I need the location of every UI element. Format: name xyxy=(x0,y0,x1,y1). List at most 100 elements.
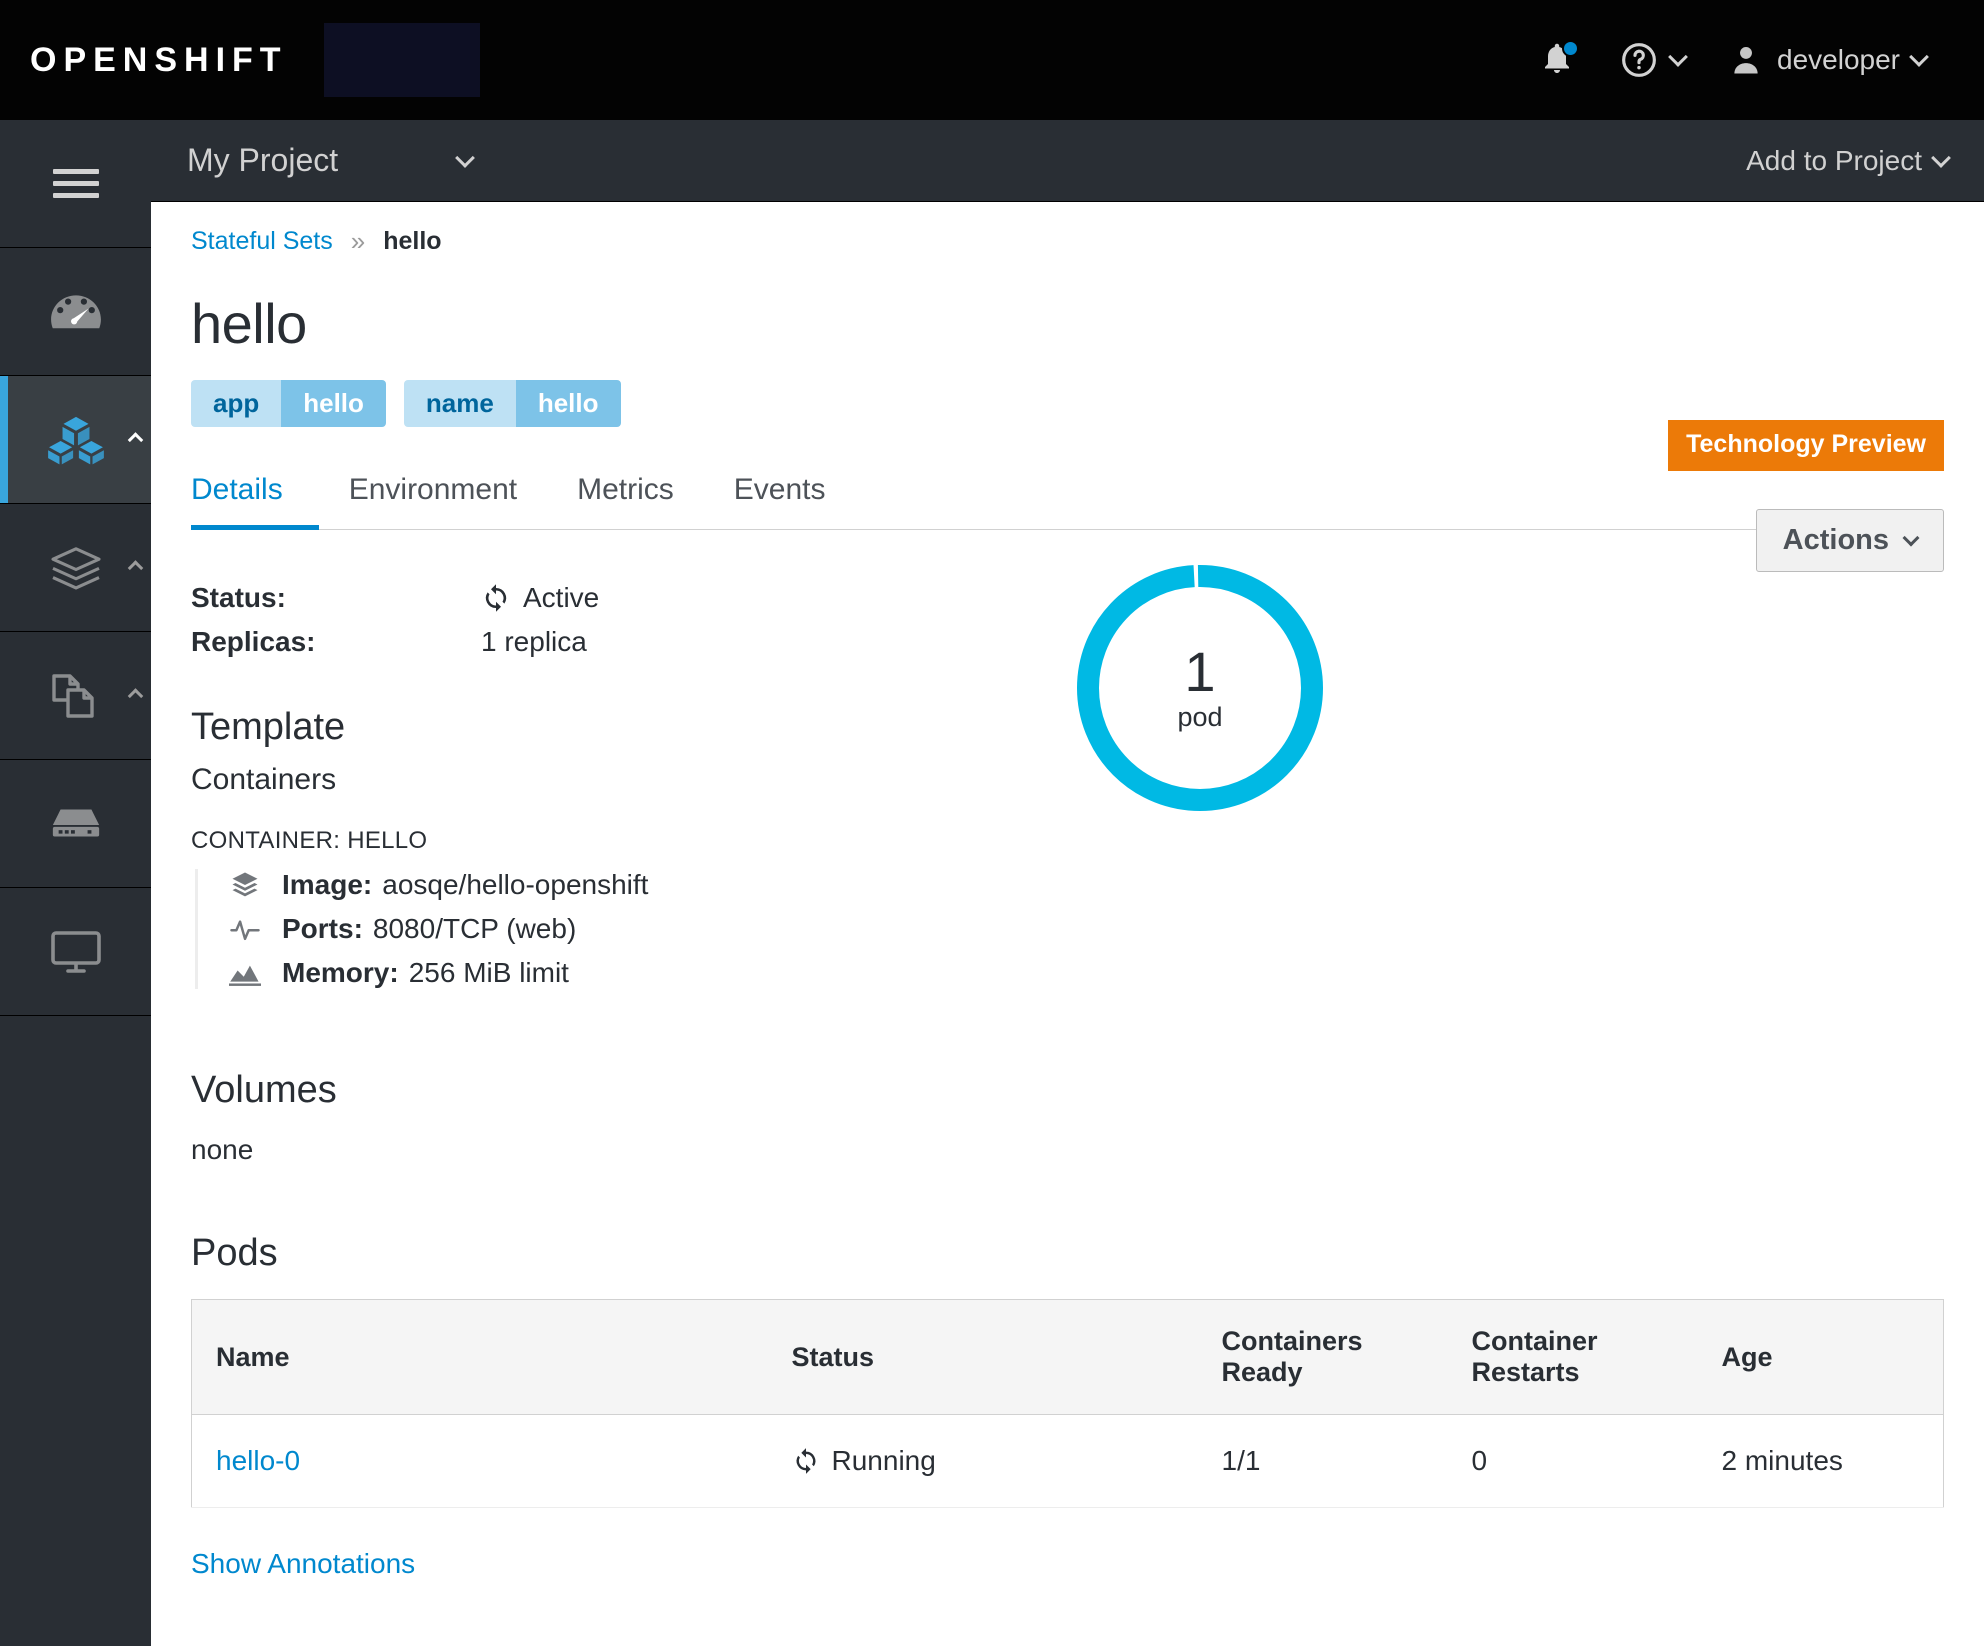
column-header-name[interactable]: Name xyxy=(191,1299,772,1415)
pods-table: Name Status Containers Ready Container R… xyxy=(191,1299,1944,1508)
container-image-row: Image: aosqe/hello-openshift xyxy=(224,869,1944,901)
label-chip[interactable]: app hello xyxy=(191,380,386,427)
project-bar: My Project Add to Project xyxy=(151,120,1984,202)
builds-layers-icon xyxy=(48,545,104,591)
sidebar-item-builds[interactable] xyxy=(0,504,151,632)
notification-badge-dot xyxy=(1562,40,1580,57)
sidebar-item-applications[interactable] xyxy=(0,376,151,504)
image-value: aosqe/hello-openshift xyxy=(382,869,649,900)
ports-value: 8080/TCP (web) xyxy=(372,913,577,944)
pods-heading: Pods xyxy=(191,1232,278,1274)
memory-label: Memory: xyxy=(282,957,399,988)
cell-containers-ready: 1/1 xyxy=(1201,1414,1452,1508)
tab-metrics[interactable]: Metrics xyxy=(547,473,704,529)
chevron-down-icon xyxy=(1931,147,1951,168)
column-header-status[interactable]: Status xyxy=(771,1299,1202,1415)
tab-details[interactable]: Details xyxy=(191,473,319,530)
donut-label: pod xyxy=(1177,701,1223,732)
replicas-label: Replicas: xyxy=(191,626,316,657)
volumes-heading: Volumes xyxy=(191,1069,337,1111)
label-chip[interactable]: name hello xyxy=(403,380,621,427)
chevron-down-icon xyxy=(1902,529,1920,546)
user-menu[interactable]: developer xyxy=(1707,0,1948,120)
actions-button[interactable]: Actions xyxy=(1755,509,1944,572)
breadcrumb-parent-link[interactable]: Stateful Sets xyxy=(191,227,333,256)
donut-center-text: 1 pod xyxy=(1070,558,1330,818)
sidebar-item-resources[interactable] xyxy=(0,632,151,760)
sync-icon xyxy=(792,1447,820,1475)
monitoring-icon xyxy=(50,930,102,974)
sidebar-toggle-button[interactable] xyxy=(0,120,151,248)
label-value: hello xyxy=(281,380,386,427)
container-title: CONTAINER: HELLO xyxy=(191,827,428,854)
actions-button-label: Actions xyxy=(1782,524,1889,556)
replicas-value: 1 replica xyxy=(481,626,587,657)
memory-value: 256 MiB limit xyxy=(408,957,569,988)
chevron-down-icon xyxy=(1668,47,1688,67)
masthead: OPENSHIFT developer xyxy=(0,0,1984,120)
table-header-row: Name Status Containers Ready Container R… xyxy=(191,1299,1944,1415)
sidebar-item-monitoring[interactable] xyxy=(0,888,151,1016)
tab-environment[interactable]: Environment xyxy=(319,473,547,529)
chevron-right-icon xyxy=(127,559,144,576)
status-label: Status: xyxy=(191,582,286,613)
ports-pulse-icon xyxy=(224,914,266,944)
cell-age: 2 minutes xyxy=(1701,1414,1944,1508)
tab-bar: Details Environment Metrics Events xyxy=(191,473,1944,530)
table-row: hello-0 Running 1/1 0 2 minutes xyxy=(191,1414,1944,1508)
breadcrumb-current: hello xyxy=(383,227,442,255)
tab-events[interactable]: Events xyxy=(704,473,856,529)
storage-icon xyxy=(49,807,103,841)
dashboard-gauge-icon xyxy=(49,291,103,333)
sidebar-item-dashboard[interactable] xyxy=(0,248,151,376)
container-details: Image: aosqe/hello-openshift Ports: 8080… xyxy=(195,869,1944,989)
pod-status-text: Running xyxy=(831,1445,936,1476)
breadcrumb-separator-icon: » xyxy=(350,226,366,256)
sync-icon xyxy=(481,583,511,613)
hamburger-icon xyxy=(52,169,99,198)
chevron-down-icon xyxy=(1909,47,1929,67)
chevron-right-icon xyxy=(127,687,144,704)
column-header-container-restarts[interactable]: Container Restarts xyxy=(1451,1299,1702,1415)
redacted-logo-block xyxy=(323,23,480,97)
status-value: Active xyxy=(523,582,600,613)
donut-value: 1 xyxy=(1184,639,1216,703)
cell-pod-name: hello-0 xyxy=(191,1414,772,1508)
help-icon xyxy=(1619,40,1659,80)
template-heading: Template xyxy=(191,706,346,748)
status-value-wrap: Active xyxy=(481,576,599,620)
label-key: name xyxy=(403,380,516,427)
cell-pod-status: Running xyxy=(771,1414,1202,1508)
bell-icon xyxy=(1539,38,1580,82)
pod-status-wrap: Running xyxy=(792,1445,1182,1477)
label-value: hello xyxy=(515,380,621,427)
show-annotations-link[interactable]: Show Annotations xyxy=(191,1548,415,1580)
memory-chart-icon xyxy=(224,959,266,987)
masthead-actions: developer xyxy=(1517,0,1948,120)
resources-copy-icon xyxy=(50,672,102,720)
container-ports-row: Ports: 8080/TCP (web) xyxy=(224,913,1944,945)
notifications-button[interactable] xyxy=(1517,0,1597,120)
sidebar xyxy=(0,120,151,1646)
technology-preview-badge: Technology Preview xyxy=(1668,420,1944,471)
sidebar-item-storage[interactable] xyxy=(0,760,151,888)
user-avatar-icon xyxy=(1729,42,1763,78)
ports-label: Ports: xyxy=(282,913,363,944)
column-header-containers-ready[interactable]: Containers Ready xyxy=(1201,1299,1452,1415)
column-header-age[interactable]: Age xyxy=(1701,1299,1944,1415)
applications-cubes-icon xyxy=(47,415,105,465)
help-menu[interactable] xyxy=(1597,0,1707,120)
cell-container-restarts: 0 xyxy=(1451,1414,1702,1508)
project-selector[interactable]: My Project xyxy=(187,142,476,179)
breadcrumb: Stateful Sets » hello xyxy=(191,226,1944,257)
chevron-down-icon xyxy=(455,147,476,168)
status-row: Status: Active xyxy=(191,576,1944,620)
openshift-logo[interactable]: OPENSHIFT xyxy=(30,41,288,80)
details-summary: Status: Active Replicas: 1 replica xyxy=(191,576,1944,664)
add-to-project-menu[interactable]: Add to Project xyxy=(1746,144,1951,177)
pods-donut-chart: 1 pod xyxy=(1070,558,1330,818)
add-to-project-label: Add to Project xyxy=(1746,144,1922,176)
page-title: hello xyxy=(191,292,307,355)
pods-table-header: Name Status Containers Ready Container R… xyxy=(191,1299,1944,1415)
pod-name-link[interactable]: hello-0 xyxy=(216,1445,300,1476)
